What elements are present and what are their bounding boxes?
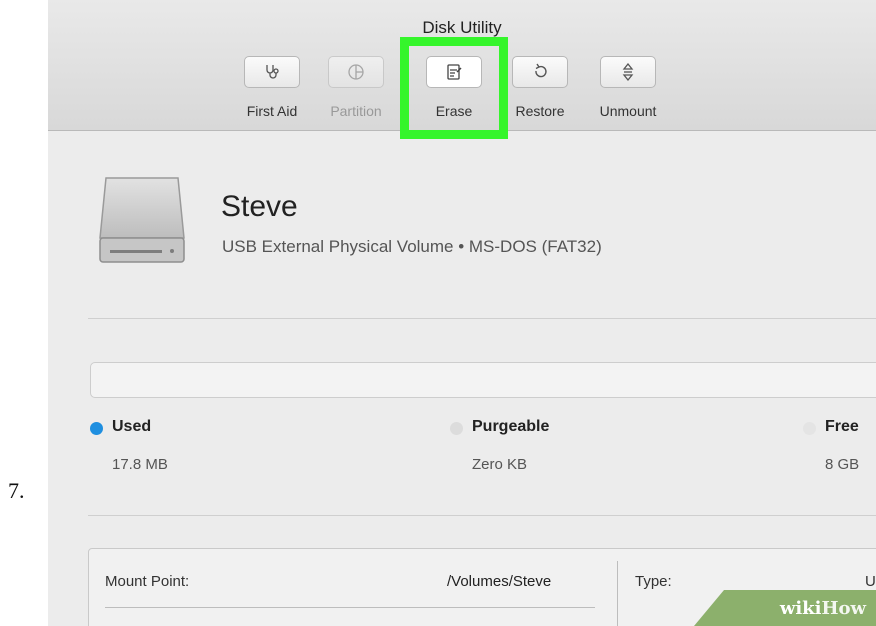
volume-name: Steve	[221, 190, 298, 223]
usage-bar	[90, 362, 876, 398]
first-aid-button[interactable]: First Aid	[230, 56, 314, 126]
erase-label: Erase	[435, 103, 473, 119]
restore-button[interactable]: Restore	[498, 56, 582, 126]
window-title: Disk Utility	[422, 18, 502, 37]
volume-description: USB External Physical Volume • MS-DOS (F…	[222, 237, 602, 256]
disk-utility-window: Disk Utility First Aid Partition Erase R…	[48, 0, 876, 626]
unmount-button[interactable]: Unmount	[586, 56, 670, 126]
divider	[88, 318, 876, 319]
legend-used-name: Used	[112, 418, 152, 435]
step-number: 7.	[8, 478, 25, 503]
column-divider	[617, 561, 618, 626]
watermark-how: How	[821, 597, 866, 619]
type-label: Type:	[635, 573, 672, 590]
purgeable-dot-icon	[450, 422, 463, 435]
erase-icon	[447, 64, 462, 80]
restore-label: Restore	[515, 103, 565, 119]
type-value: U	[865, 573, 876, 590]
row-divider	[105, 607, 595, 608]
restore-icon	[535, 63, 547, 78]
wikihow-watermark: wiki How	[694, 590, 876, 626]
legend-free-value: 8 GB	[825, 456, 860, 473]
watermark-wiki: wiki	[779, 597, 822, 619]
unmount-label: Unmount	[599, 103, 657, 119]
mount-point-label: Mount Point:	[105, 573, 190, 590]
free-dot-icon	[803, 422, 816, 435]
partition-button[interactable]: Partition	[314, 56, 398, 126]
external-drive-icon	[99, 177, 185, 263]
toolbar: Disk Utility First Aid Partition Erase R…	[48, 0, 876, 139]
erase-button[interactable]: Erase	[412, 56, 496, 126]
legend-purgeable-name: Purgeable	[472, 418, 550, 435]
legend-free-name: Free	[825, 418, 859, 435]
first-aid-label: First Aid	[246, 103, 298, 119]
unmount-icon	[622, 63, 634, 81]
partition-label: Partition	[330, 103, 382, 119]
legend-used-value: 17.8 MB	[112, 456, 168, 473]
used-dot-icon	[90, 422, 103, 435]
mount-point-value: /Volumes/Steve	[447, 573, 552, 590]
partition-icon	[348, 64, 364, 80]
divider	[88, 515, 876, 516]
legend-purgeable-value: Zero KB	[472, 456, 528, 473]
stethoscope-icon	[266, 65, 279, 79]
